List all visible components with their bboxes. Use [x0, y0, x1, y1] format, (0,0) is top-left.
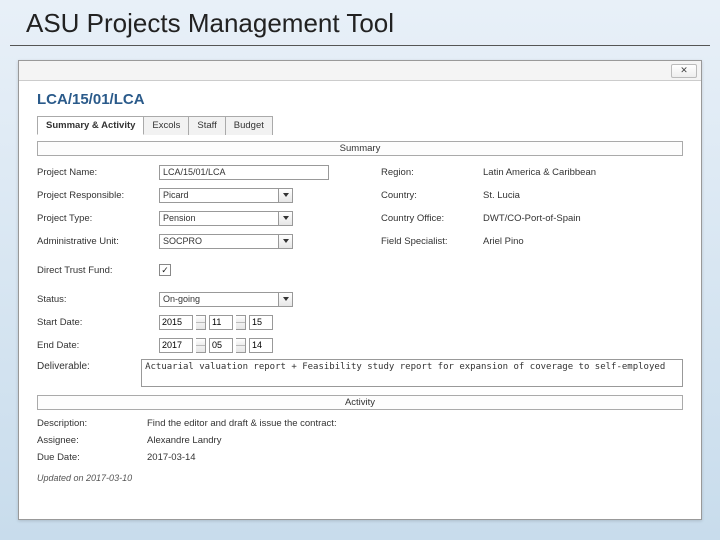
- value-country-office: DWT/CO-Port-of-Spain: [483, 213, 643, 224]
- project-name-input[interactable]: [159, 165, 329, 180]
- start-date-year[interactable]: [159, 315, 193, 330]
- summary-form: Project Name: Region: Latin America & Ca…: [37, 164, 683, 353]
- deliverable-textarea[interactable]: [141, 359, 683, 387]
- label-status: Status:: [37, 294, 147, 305]
- label-project-name: Project Name:: [37, 167, 147, 178]
- field-start-date: [159, 314, 369, 330]
- label-deliverable: Deliverable:: [37, 359, 129, 372]
- label-direct-trust-fund: Direct Trust Fund:: [37, 265, 147, 276]
- field-admin-unit: [159, 233, 369, 249]
- value-field-specialist: Ariel Pino: [483, 236, 643, 247]
- tab-summary-activity[interactable]: Summary & Activity: [37, 116, 144, 135]
- admin-unit-dropdown-icon[interactable]: [279, 234, 293, 249]
- app-window: ✕ LCA/15/01/LCA Summary & Activity Excol…: [18, 60, 702, 520]
- value-country: St. Lucia: [483, 190, 643, 201]
- label-region: Region:: [381, 167, 471, 178]
- project-responsible-dropdown-icon[interactable]: [279, 188, 293, 203]
- label-country-office: Country Office:: [381, 213, 471, 224]
- titlebar: ✕: [19, 61, 701, 81]
- admin-unit-select[interactable]: [159, 234, 279, 249]
- end-date-year[interactable]: [159, 338, 193, 353]
- close-button[interactable]: ✕: [671, 64, 697, 78]
- start-date-day[interactable]: [249, 315, 273, 330]
- status-dropdown-icon[interactable]: [279, 292, 293, 307]
- value-due-date: 2017-03-14: [147, 452, 683, 463]
- slide-title: ASU Projects Management Tool: [10, 0, 710, 46]
- label-field-specialist: Field Specialist:: [381, 236, 471, 247]
- deliverable-row: Deliverable:: [37, 359, 683, 387]
- label-description: Description:: [37, 418, 147, 429]
- project-type-dropdown-icon[interactable]: [279, 211, 293, 226]
- field-status: [159, 291, 369, 307]
- section-summary-header: Summary: [37, 141, 683, 156]
- tab-strip: Summary & Activity Excols Staff Budget: [37, 116, 683, 135]
- section-activity-header: Activity: [37, 395, 683, 410]
- project-responsible-select[interactable]: [159, 188, 279, 203]
- field-project-type: [159, 210, 369, 226]
- field-project-name: [159, 164, 369, 180]
- status-select[interactable]: [159, 292, 279, 307]
- end-date-month[interactable]: [209, 338, 233, 353]
- project-type-select[interactable]: [159, 211, 279, 226]
- value-description: Find the editor and draft & issue the co…: [147, 418, 683, 429]
- label-end-date: End Date:: [37, 340, 147, 351]
- start-date-month[interactable]: [209, 315, 233, 330]
- field-project-responsible: [159, 187, 369, 203]
- label-start-date: Start Date:: [37, 317, 147, 328]
- direct-trust-fund-checkbox[interactable]: [159, 264, 171, 276]
- label-project-type: Project Type:: [37, 213, 147, 224]
- label-project-responsible: Project Responsible:: [37, 190, 147, 201]
- end-year-spinner[interactable]: [196, 338, 206, 353]
- record-title: LCA/15/01/LCA: [37, 91, 683, 108]
- tab-staff[interactable]: Staff: [188, 116, 225, 135]
- start-year-spinner[interactable]: [196, 315, 206, 330]
- label-due-date: Due Date:: [37, 452, 147, 463]
- label-assignee: Assignee:: [37, 435, 147, 446]
- tab-budget[interactable]: Budget: [225, 116, 273, 135]
- start-month-spinner[interactable]: [236, 315, 246, 330]
- end-month-spinner[interactable]: [236, 338, 246, 353]
- activity-grid: Description: Find the editor and draft &…: [37, 418, 683, 463]
- value-region: Latin America & Caribbean: [483, 167, 643, 178]
- window-content: LCA/15/01/LCA Summary & Activity Excols …: [19, 81, 701, 489]
- field-end-date: [159, 337, 369, 353]
- label-admin-unit: Administrative Unit:: [37, 236, 147, 247]
- label-country: Country:: [381, 190, 471, 201]
- field-direct-trust-fund: [159, 262, 369, 278]
- updated-footer: Updated on 2017-03-10: [37, 473, 683, 483]
- value-assignee: Alexandre Landry: [147, 435, 683, 446]
- end-date-day[interactable]: [249, 338, 273, 353]
- tab-excols[interactable]: Excols: [143, 116, 189, 135]
